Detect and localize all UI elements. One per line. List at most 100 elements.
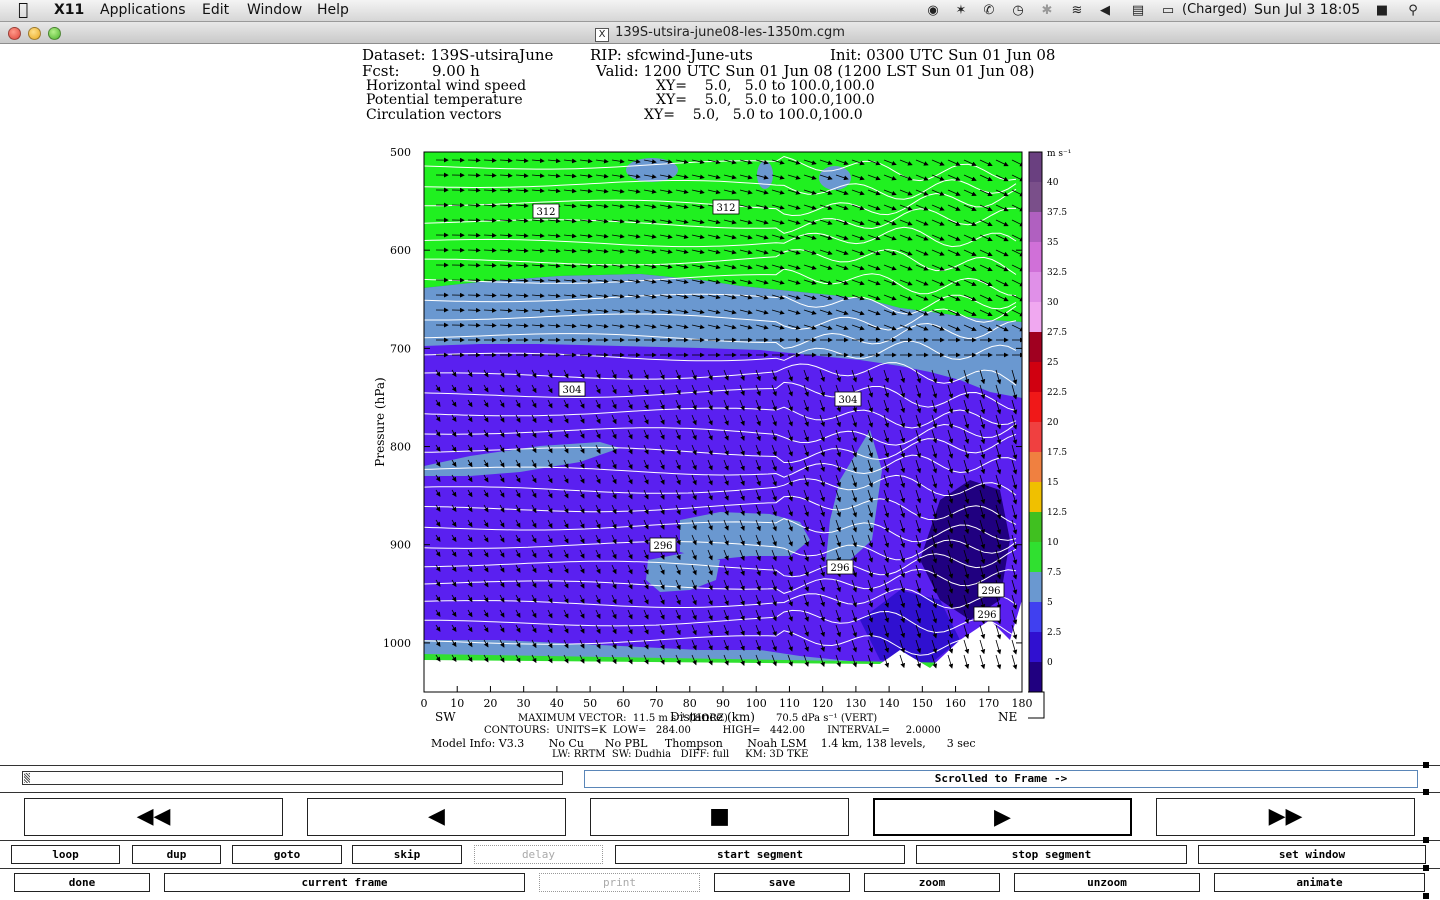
x-tick-label-160: 160 [945, 697, 966, 710]
colorbar-label-12.5: 12.5 [1047, 508, 1067, 518]
contour-label-6: 296 [981, 586, 1000, 597]
colorbar-swatch-12 [1029, 542, 1042, 572]
colorbar-label-27.5: 27.5 [1047, 328, 1067, 338]
colorbar-swatch-15 [1029, 632, 1042, 662]
sw-label: SW [435, 710, 456, 724]
colorbar-swatch-0 [1029, 182, 1042, 212]
resize-handle-3 [1423, 837, 1429, 843]
colorbar-label-17.5: 17.5 [1047, 448, 1067, 458]
step-back-icon: ◀ [428, 804, 445, 829]
max-vector-text: MAXIMUM VECTOR: 11.5 m s⁻¹ (HORZ) [518, 713, 728, 724]
colorbar-label-10: 10 [1047, 538, 1059, 548]
resize-handle-4 [1423, 865, 1429, 871]
skip-button[interactable]: skip [352, 845, 462, 864]
step-back-button[interactable]: ◀ [307, 798, 566, 836]
plot-field [424, 152, 1022, 692]
y-tick-label-1000: 1000 [383, 637, 411, 650]
colorbar-swatch-7 [1029, 392, 1042, 422]
colorbar-label-32.5: 32.5 [1047, 268, 1067, 278]
fast-forward-icon: ▶▶ [1268, 804, 1303, 829]
y-tick-label-700: 700 [390, 342, 411, 355]
colorbar-top-swatch [1029, 152, 1042, 182]
zoom-button[interactable]: zoom [864, 873, 1000, 892]
play-icon: ▶ [994, 805, 1011, 830]
colorbar-swatch-6 [1029, 362, 1042, 392]
colorbar-label-7.5: 7.5 [1047, 568, 1062, 578]
colorbar-label-5: 5 [1047, 598, 1053, 608]
y-tick-label-500: 500 [390, 146, 411, 159]
stop-button[interactable]: ■ [590, 798, 849, 836]
fast-rewind-button[interactable]: ◀◀ [24, 798, 283, 836]
play-button[interactable]: ▶ [873, 798, 1132, 836]
frame-scrollbar[interactable] [22, 771, 563, 785]
unzoom-button[interactable]: unzoom [1014, 873, 1200, 892]
x-tick-label-120: 120 [812, 697, 833, 710]
set-window-button[interactable]: set window [1198, 845, 1426, 864]
x-tick-label-170: 170 [978, 697, 999, 710]
colorbar-swatch-8 [1029, 422, 1042, 452]
colorbar-label-25: 25 [1047, 358, 1059, 368]
start-segment-button[interactable]: start segment [615, 845, 905, 864]
animate-button[interactable]: animate [1214, 873, 1425, 892]
stop-segment-button[interactable]: stop segment [916, 845, 1187, 864]
colorbar: m s⁻¹ 40 37.5 35 32.5 30 27.5 25 22.5 20 17.5 15 12.… [1028, 149, 1071, 693]
separator-1 [0, 765, 1440, 766]
colorbar-label-0: 0 [1047, 658, 1053, 668]
print-button[interactable]: print [539, 873, 700, 892]
separator-3 [0, 840, 1440, 841]
x-tick-label-40: 40 [550, 697, 564, 710]
max-vector-vert-text: 70.5 dPa s⁻¹ (VERT) [776, 713, 878, 724]
colorbar-swatch-14 [1029, 602, 1042, 632]
y-axis-label: Pressure (hPa) [373, 377, 387, 466]
contour-label-2: 304 [562, 385, 581, 396]
frame-scrollbar-thumb[interactable] [24, 773, 30, 783]
ne-label: NE [998, 710, 1017, 724]
x-tick-label-70: 70 [650, 697, 664, 710]
contour-label-1: 312 [716, 203, 735, 214]
x-tick-label-150: 150 [912, 697, 933, 710]
model-info-2-text: LW: RRTM SW: Dudhia DIFF: full KM: 3D TK… [552, 749, 809, 760]
x-tick-label-30: 30 [517, 697, 531, 710]
x-tick-label-90: 90 [716, 697, 730, 710]
x-tick-label-20: 20 [483, 697, 497, 710]
done-button[interactable]: done [14, 873, 150, 892]
x-tick-label-10: 10 [450, 697, 464, 710]
y-tick-label-800: 800 [390, 441, 411, 454]
colorbar-swatch-3 [1029, 272, 1042, 302]
colorbar-swatch-13 [1029, 572, 1042, 602]
x-tick-label-140: 140 [879, 697, 900, 710]
colorbar-label-35: 35 [1047, 238, 1059, 248]
colorbar-swatch-10 [1029, 482, 1042, 512]
colorbar-unit: m s⁻¹ [1047, 149, 1071, 159]
fast-rewind-icon: ◀◀ [136, 804, 171, 829]
current-frame-button[interactable]: current frame [164, 873, 525, 892]
x-tick-label-110: 110 [779, 697, 800, 710]
resize-handle-2 [1423, 789, 1429, 795]
x-tick-label-0: 0 [421, 697, 428, 710]
stop-icon: ■ [709, 804, 730, 829]
contour-label-5: 296 [830, 563, 849, 574]
colorbar-swatch-1 [1029, 212, 1042, 242]
colorbar-swatch-11 [1029, 512, 1042, 542]
colorbar-label-20: 20 [1047, 418, 1059, 428]
contour-label-0: 312 [536, 207, 555, 218]
colorbar-label-22.5: 22.5 [1047, 388, 1067, 398]
goto-button[interactable]: goto [232, 845, 342, 864]
contour-label-4: 296 [653, 541, 672, 552]
colorbar-swatch-9 [1029, 452, 1042, 482]
fast-forward-button[interactable]: ▶▶ [1156, 798, 1415, 836]
save-button[interactable]: save [714, 873, 850, 892]
loop-button[interactable]: loop [11, 845, 120, 864]
x-tick-label-60: 60 [616, 697, 630, 710]
separator-4 [0, 868, 1440, 869]
separator-2 [0, 792, 1440, 793]
frame-message: Scrolled to Frame -> [584, 770, 1418, 788]
contour-label-3: 304 [838, 395, 857, 406]
resize-handle-1 [1423, 762, 1429, 768]
resize-handle-5 [1423, 893, 1429, 899]
delay-button[interactable]: delay [474, 845, 603, 864]
x-tick-label-180: 180 [1012, 697, 1033, 710]
dup-button[interactable]: dup [132, 845, 221, 864]
colorbar-swatch-2 [1029, 242, 1042, 272]
contours-text: CONTOURS: UNITS=K LOW= 284.00 HIGH= 442.… [484, 725, 941, 736]
